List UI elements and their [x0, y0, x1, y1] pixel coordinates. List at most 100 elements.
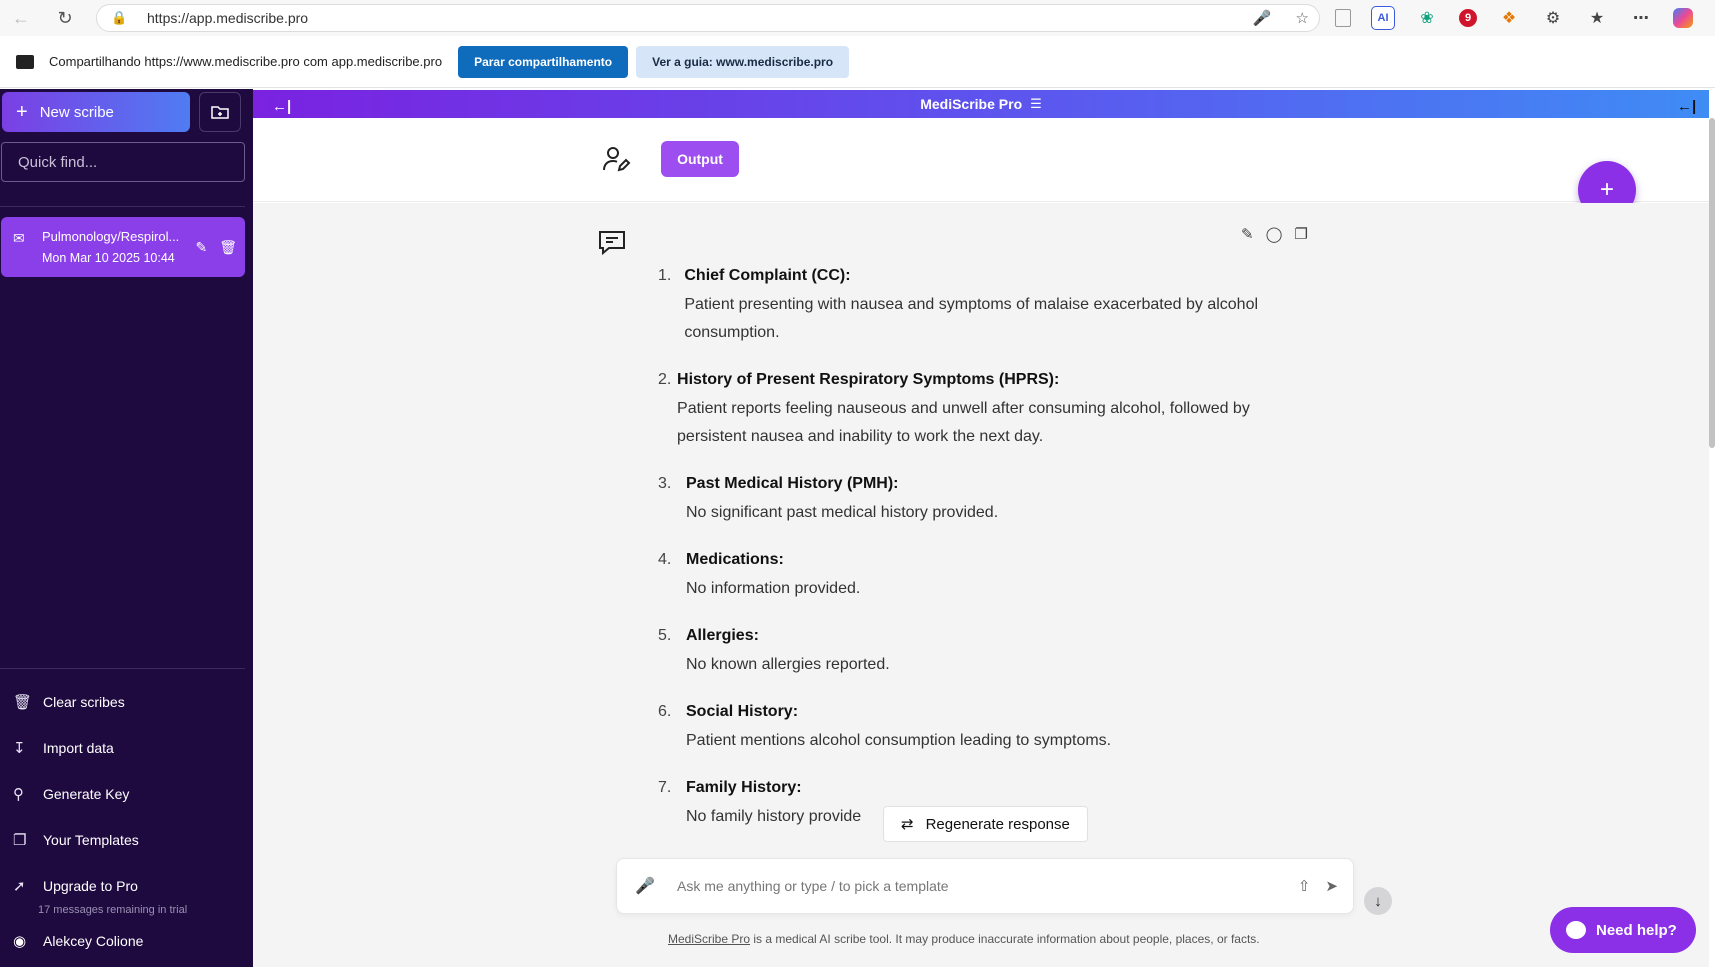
brand-link[interactable]: MediScribe Pro [668, 932, 750, 946]
folder-plus-icon [211, 106, 229, 119]
list-item: 5. Allergies: No known allergies reporte… [658, 623, 1318, 679]
menu-icon[interactable]: ☰ [1030, 96, 1042, 112]
item-body: No information provided. [686, 580, 861, 597]
templates-icon: ❐ [13, 832, 27, 849]
chat-list-item[interactable]: ✉ Pulmonology/Respirol... Mon Mar 10 202… [1, 217, 245, 277]
puzzle-icon[interactable]: ⚙ [1541, 6, 1565, 30]
collapse-panel-icon[interactable]: ←| [1677, 98, 1696, 115]
item-body: Patient mentions alcohol consumption lea… [686, 732, 1112, 749]
share-text: Compartilhando https://www.mediscribe.pr… [49, 54, 443, 69]
rocket-icon: ➚ [13, 878, 26, 895]
regenerate-label: Regenerate response [925, 815, 1070, 833]
item-number: 5. [658, 627, 672, 644]
quick-find-input[interactable] [1, 142, 245, 182]
back-icon[interactable]: ← [6, 3, 36, 33]
toggle-icon[interactable]: ◯ [1266, 225, 1283, 243]
new-scribe-button[interactable]: + New scribe [2, 92, 190, 132]
grammar-extension-icon[interactable]: 9 [1459, 9, 1477, 27]
reader-icon[interactable] [1335, 9, 1351, 27]
upgrade-to-pro-button[interactable]: ➚ Upgrade to Pro [13, 863, 139, 909]
refresh-icon[interactable]: ↻ [50, 3, 80, 33]
generate-key-button[interactable]: ⚲ Generate Key [13, 771, 139, 817]
colorful-extension-icon[interactable]: ❖ [1497, 6, 1521, 30]
need-help-button[interactable]: Need help? [1550, 907, 1696, 953]
your-templates-button[interactable]: ❐ Your Templates [13, 817, 139, 863]
stop-sharing-button[interactable]: Parar compartilhamento [458, 45, 629, 78]
help-label: Need help? [1596, 921, 1677, 939]
scribe-note: 1. Chief Complaint (CC): Patient present… [658, 263, 1318, 851]
trial-note: 17 messages remaining in trial [38, 904, 188, 916]
microphone-icon[interactable]: 🎤 [635, 876, 661, 896]
view-tab-button[interactable]: Ver a guia: www.mediscribe.pro [636, 45, 850, 78]
output-tab[interactable]: Output [661, 141, 739, 177]
list-item: 2. History of Present Respiratory Sympto… [658, 367, 1318, 451]
send-icon[interactable]: ➤ [1325, 877, 1338, 895]
chat-icon: ✉ [13, 230, 25, 246]
new-folder-button[interactable] [199, 92, 241, 132]
user-edit-icon[interactable] [601, 144, 631, 174]
item-heading: Past Medical History (PMH): [686, 475, 899, 492]
import-data-button[interactable]: ↧ Import data [13, 725, 139, 771]
content-toolbar: Output [253, 118, 1709, 202]
browser-toolbar: ← ↻ 🔒 https://app.mediscribe.pro 🎤 ☆ AI … [0, 0, 1715, 36]
item-heading: Family History: [686, 779, 802, 796]
chat-content: ✎ ◯ ❐ 1. Chief Complaint (CC): Patient p… [253, 203, 1709, 967]
app-header: MediScribe Pro ☰ [253, 90, 1709, 118]
plus-icon: + [16, 101, 28, 123]
upload-file-icon[interactable]: ⇧ [1298, 877, 1311, 895]
sidebar-menu: 🗑 Clear scribes ↧ Import data ⚲ Generate… [13, 679, 139, 909]
sidebar-divider [0, 668, 245, 669]
item-body: No known allergies reported. [686, 656, 890, 673]
key-icon: ⚲ [13, 786, 24, 803]
user-circle-icon: ◉ [13, 933, 27, 950]
disclaimer-text: is a medical AI scribe tool. It may prod… [750, 932, 1260, 946]
list-item: 4. Medications: No information provided. [658, 547, 1318, 603]
edit-icon[interactable]: ✎ [1241, 225, 1254, 243]
prompt-input[interactable]: Ask me anything or type / to pick a temp… [677, 878, 1298, 894]
address-url: https://app.mediscribe.pro [147, 10, 309, 26]
new-scribe-label: New scribe [39, 103, 114, 121]
address-bar[interactable]: 🔒 https://app.mediscribe.pro 🎤 ☆ [96, 4, 1320, 32]
copy-icon[interactable]: ❐ [1294, 225, 1307, 243]
download-icon: ↧ [13, 740, 26, 757]
item-body: Patient reports feeling nauseous and unw… [677, 400, 1250, 445]
user-profile[interactable]: ◉ Alekcey Colione [13, 932, 143, 950]
scroll-down-button[interactable]: ↓ [1364, 887, 1392, 915]
share-bar: Compartilhando https://www.mediscribe.pr… [0, 36, 1715, 88]
prompt-input-box[interactable]: 🎤 Ask me anything or type / to pick a te… [616, 858, 1354, 914]
item-number: 2. [658, 371, 672, 388]
collapse-sidebar-icon[interactable]: ←| [272, 98, 291, 115]
mic-icon[interactable]: 🎤 [1253, 9, 1272, 27]
item-number: 7. [658, 779, 672, 796]
item-heading: Chief Complaint (CC): [684, 267, 851, 284]
sidebar-divider [0, 206, 245, 207]
menu-label: Generate Key [43, 786, 130, 802]
app-title: MediScribe Pro [920, 96, 1023, 112]
message-heart-icon [599, 231, 625, 256]
chatgpt-icon[interactable]: ❀ [1415, 6, 1439, 30]
disclaimer: MediScribe Pro is a medical AI scribe to… [668, 932, 1260, 946]
list-item: 3. Past Medical History (PMH): No signif… [658, 471, 1318, 527]
item-body: No family history provide [686, 808, 862, 825]
scrollbar[interactable] [1709, 118, 1715, 448]
regenerate-response-button[interactable]: ⇄ Regenerate response [883, 806, 1088, 842]
item-heading: History of Present Respiratory Symptoms … [677, 371, 1060, 388]
menu-label: Your Templates [43, 832, 139, 848]
list-item: 1. Chief Complaint (CC): Patient present… [658, 263, 1318, 347]
trash-icon[interactable]: 🗑 [219, 239, 237, 256]
favorites-icon[interactable]: ★ [1585, 6, 1609, 30]
ai-extension-icon[interactable]: AI [1371, 6, 1395, 30]
more-icon[interactable]: ⋯ [1629, 6, 1653, 30]
item-number: 3. [658, 475, 672, 492]
item-number: 6. [658, 703, 672, 720]
star-icon[interactable]: ☆ [1296, 9, 1309, 27]
clear-scribes-button[interactable]: 🗑 Clear scribes [13, 679, 139, 725]
lock-icon: 🔒 [111, 10, 128, 25]
copilot-icon[interactable] [1673, 8, 1693, 28]
menu-label: Clear scribes [43, 694, 125, 710]
item-number: 1. [658, 267, 672, 284]
repeat-icon: ⇄ [901, 816, 914, 833]
list-item: 6. Social History: Patient mentions alco… [658, 699, 1318, 755]
item-body: No significant past medical history prov… [686, 504, 999, 521]
pencil-icon[interactable]: ✎ [195, 239, 207, 256]
